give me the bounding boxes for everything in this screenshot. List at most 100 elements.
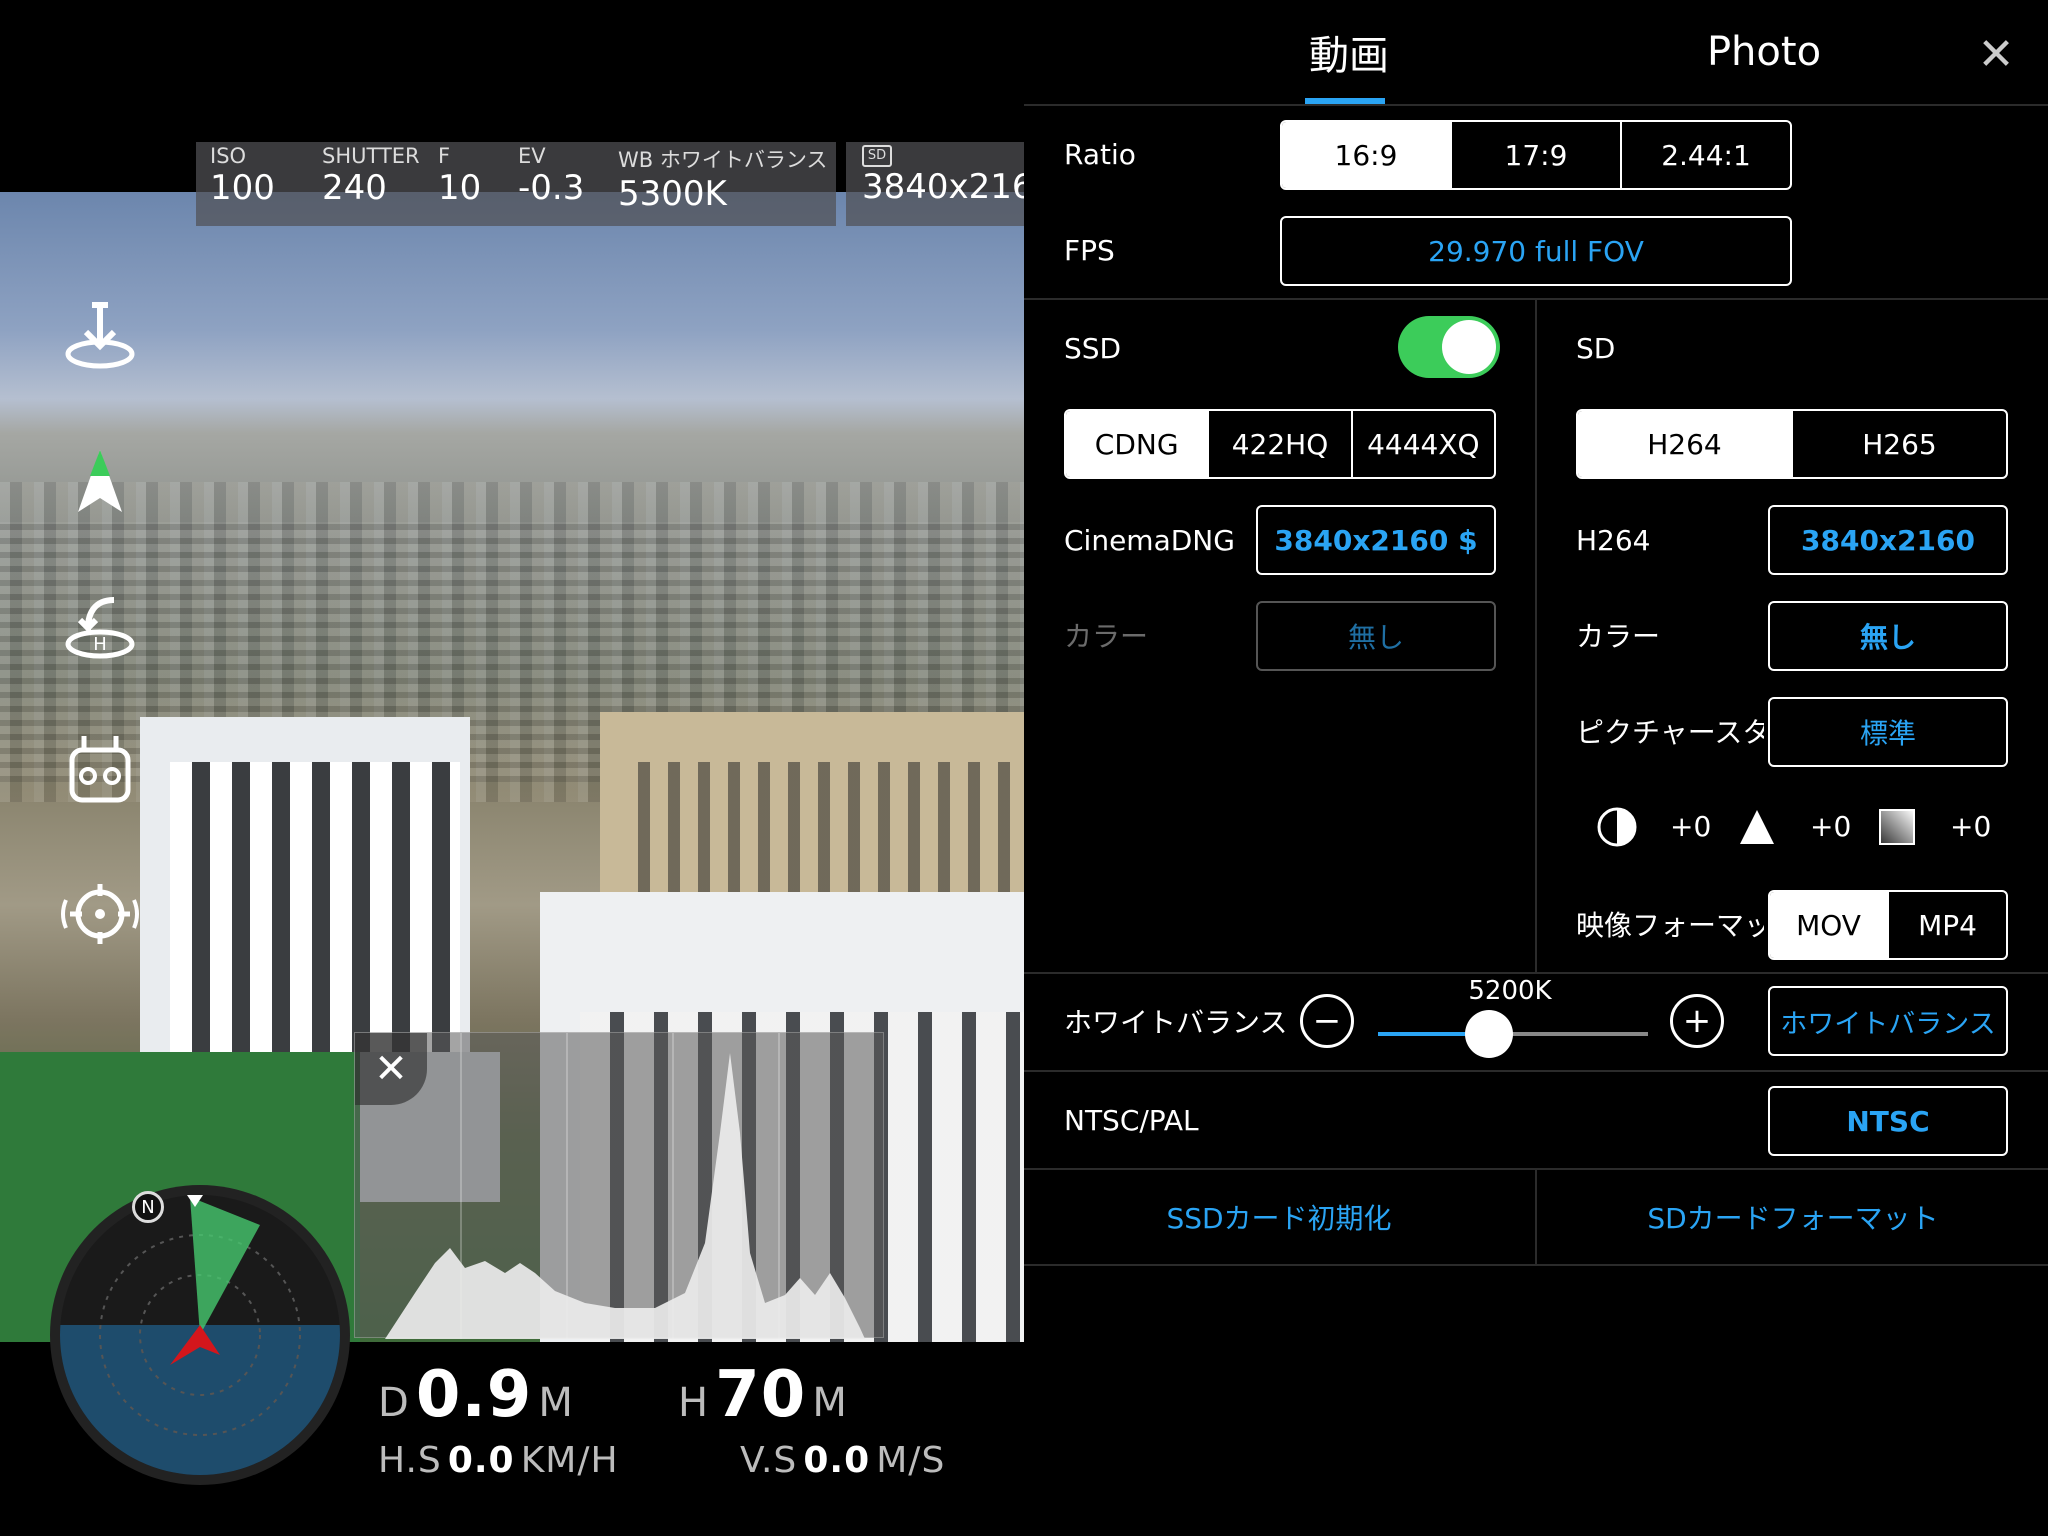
close-panel-button[interactable]: ✕ [1970, 28, 2022, 80]
divider [1024, 104, 2048, 106]
fps-label: FPS [1064, 233, 1115, 267]
sd-card-icon: SD [862, 145, 892, 167]
focus-target-icon [58, 872, 142, 960]
return-home-icon: H [58, 584, 142, 672]
remote-controller-icon [58, 728, 142, 816]
shutter-label: SHUTTER [322, 144, 420, 168]
aperture-label: F [438, 144, 451, 168]
h264-resolution-select[interactable]: 3840x2160 [1768, 505, 2008, 575]
ntsc-pal-label: NTSC/PAL [1064, 1103, 1199, 1137]
sd-codec-h265[interactable]: H265 [1791, 411, 2006, 477]
divider [1024, 1070, 2048, 1072]
saturation-adjust[interactable] [1876, 806, 1918, 848]
distance-readout: D 0.9 M [378, 1358, 574, 1432]
wb-slider-track[interactable] [1378, 1010, 1648, 1058]
ssd-format-button[interactable]: SSDカード初期化 [1024, 1170, 1534, 1264]
ssd-codec-422hq[interactable]: 422HQ [1207, 411, 1350, 477]
sd-color-select[interactable]: 無し [1768, 601, 2008, 671]
sd-codec-selector: H264 H265 [1576, 409, 2008, 479]
wb-slider-value: 5200K [1468, 976, 1552, 1006]
picture-style-label: ピクチャースタイル [1576, 716, 1764, 749]
ssd-codec-4444xq[interactable]: 4444XQ [1350, 411, 1494, 477]
shutter-value: 240 [322, 168, 387, 208]
ssd-color-label: カラー [1064, 620, 1149, 653]
ratio-label: Ratio [1064, 137, 1136, 171]
sd-label: SD [1576, 331, 1616, 365]
ev-value: -0.3 [518, 168, 585, 208]
remote-controller-button[interactable] [58, 730, 142, 814]
vs-value: 0.0 [803, 1440, 871, 1481]
sharpness-adjust[interactable] [1736, 806, 1778, 848]
ratio-selector: 16:9 17:9 2.44:1 [1280, 120, 1792, 190]
ssd-codec-cdng[interactable]: CDNG [1066, 411, 1208, 477]
video-format-selector: MOV MP4 [1768, 890, 2008, 960]
plus-icon: + [1682, 1001, 1712, 1041]
height-readout: H 70 M [678, 1358, 848, 1432]
radar-compass: N [40, 1185, 350, 1495]
histogram-close-button[interactable]: ✕ [355, 1033, 427, 1105]
wb-value: 5300K [618, 174, 727, 214]
camera-settings-panel: 動画 Photo ✕ Ratio 16:9 17:9 2.44:1 FPS 29… [1024, 0, 2048, 1536]
horizontal-speed-readout: H.S 0.0 KM/H [378, 1440, 619, 1481]
h264-label: H264 [1576, 523, 1651, 557]
shutter-param: SHUTTER 240 [322, 144, 420, 208]
resolution-value: 3840x216 [862, 167, 1024, 207]
hs-label: H.S [378, 1440, 442, 1481]
hs-value: 0.0 [447, 1440, 515, 1481]
divider [1024, 1264, 2048, 1266]
distance-label: D [378, 1380, 410, 1426]
return-home-button[interactable]: H [58, 586, 142, 670]
white-balance-mode-select[interactable]: ホワイトバランス [1768, 986, 2008, 1056]
wb-param: WB ホワイトバランス 5300K [618, 144, 827, 214]
svg-text:H: H [93, 634, 107, 655]
navigation-button[interactable] [58, 442, 142, 526]
height-label: H [678, 1380, 710, 1426]
vertical-speed-readout: V.S 0.0 M/S [740, 1440, 945, 1481]
navigation-arrow-icon [58, 440, 142, 528]
white-balance-label: ホワイトバランス [1064, 1006, 1288, 1039]
iso-value: 100 [210, 168, 275, 208]
histogram-graph [385, 1033, 865, 1339]
video-format-mp4[interactable]: MP4 [1887, 892, 2006, 958]
wb-increase-button[interactable]: + [1670, 994, 1724, 1048]
wb-slider-thumb[interactable] [1465, 1010, 1513, 1058]
sharpness-icon [1736, 810, 1778, 852]
ratio-option-16-9[interactable]: 16:9 [1282, 122, 1450, 188]
tab-photo[interactable]: Photo [1664, 22, 1864, 82]
tab-video[interactable]: 動画 [1284, 22, 1414, 82]
height-value: 70 [715, 1358, 807, 1432]
ssd-color-select[interactable]: 無し [1256, 601, 1496, 671]
picture-style-select[interactable]: 標準 [1768, 697, 2008, 767]
ntsc-pal-select[interactable]: NTSC [1768, 1086, 2008, 1156]
download-icon [58, 294, 142, 382]
sd-codec-h264[interactable]: H264 [1578, 411, 1791, 477]
sd-format-button[interactable]: SDカードフォーマット [1538, 1170, 2048, 1264]
camera-view: ISO 100 SHUTTER 240 F 10 EV -0.3 WB ホワイト… [0, 0, 1024, 1536]
contrast-icon [1596, 807, 1638, 852]
ssd-label: SSD [1064, 331, 1122, 365]
wb-decrease-button[interactable]: − [1300, 994, 1354, 1048]
video-format-mov[interactable]: MOV [1770, 892, 1887, 958]
hs-unit: KM/H [520, 1440, 619, 1481]
close-icon: ✕ [1977, 28, 2015, 80]
iso-label: ISO [210, 144, 247, 168]
contrast-adjust[interactable] [1596, 806, 1638, 848]
ratio-option-17-9[interactable]: 17:9 [1450, 122, 1620, 188]
focus-target-button[interactable] [58, 874, 142, 958]
divider [1024, 972, 2048, 974]
aperture-value: 10 [438, 168, 482, 208]
wb-label: WB ホワイトバランス [618, 148, 828, 172]
distance-unit: M [538, 1380, 574, 1426]
cinemadng-resolution-select[interactable]: 3840x2160 $ [1256, 505, 1496, 575]
ssd-toggle[interactable] [1398, 316, 1500, 378]
fps-select[interactable]: 29.970 full FOV [1280, 216, 1792, 286]
download-button[interactable] [58, 296, 142, 380]
column-divider [1535, 298, 1537, 972]
sharpness-value: +0 [1810, 810, 1852, 843]
sd-color-label: カラー [1576, 620, 1661, 653]
close-icon: ✕ [374, 1046, 408, 1092]
histogram-panel: ✕ [354, 1032, 884, 1339]
ratio-option-2-44-1[interactable]: 2.44:1 [1620, 122, 1790, 188]
vs-label: V.S [740, 1440, 798, 1481]
video-format-label: 映像フォーマット [1576, 909, 1764, 942]
